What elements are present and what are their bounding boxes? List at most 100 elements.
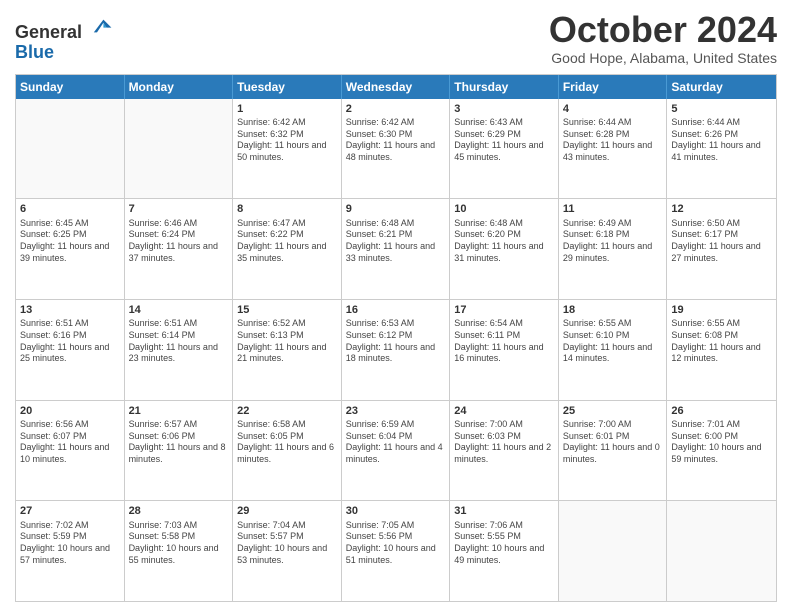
day-number: 20 [20, 404, 120, 418]
header-day-sunday: Sunday [16, 75, 125, 99]
week-row-4: 27Sunrise: 7:02 AM Sunset: 5:59 PM Dayli… [16, 500, 776, 601]
cell-info: Sunrise: 6:54 AM Sunset: 6:11 PM Dayligh… [454, 318, 554, 365]
cell-info: Sunrise: 6:42 AM Sunset: 6:32 PM Dayligh… [237, 117, 337, 164]
cal-cell [16, 99, 125, 199]
day-number: 26 [671, 404, 772, 418]
header-day-wednesday: Wednesday [342, 75, 451, 99]
header-day-thursday: Thursday [450, 75, 559, 99]
header-day-monday: Monday [125, 75, 234, 99]
cal-cell: 4Sunrise: 6:44 AM Sunset: 6:28 PM Daylig… [559, 99, 668, 199]
day-number: 3 [454, 102, 554, 116]
day-number: 28 [129, 504, 229, 518]
day-number: 22 [237, 404, 337, 418]
cal-cell: 27Sunrise: 7:02 AM Sunset: 5:59 PM Dayli… [16, 501, 125, 601]
cell-info: Sunrise: 7:06 AM Sunset: 5:55 PM Dayligh… [454, 520, 554, 567]
day-number: 14 [129, 303, 229, 317]
cell-info: Sunrise: 7:01 AM Sunset: 6:00 PM Dayligh… [671, 419, 772, 466]
day-number: 1 [237, 102, 337, 116]
day-number: 24 [454, 404, 554, 418]
cal-cell: 7 Sunrise: 6:46 AM Sunset: 6:24 PM Daylig… [125, 199, 234, 299]
day-number: 8 [237, 202, 337, 216]
cal-cell: 8 Sunrise: 6:47 AM Sunset: 6:22 PM Daylig… [233, 199, 342, 299]
day-number: 10 [454, 202, 554, 216]
day-number: 19 [671, 303, 772, 317]
cell-info: Sunrise: 6:48 AM Sunset: 6:21 PM Dayligh… [346, 218, 446, 265]
cell-info: Sunrise: 7:02 AM Sunset: 5:59 PM Dayligh… [20, 520, 120, 567]
cal-cell: 30Sunrise: 7:05 AM Sunset: 5:56 PM Dayli… [342, 501, 451, 601]
header-day-tuesday: Tuesday [233, 75, 342, 99]
day-number: 21 [129, 404, 229, 418]
cal-cell: 23Sunrise: 6:59 AM Sunset: 6:04 PM Dayli… [342, 401, 451, 501]
cal-cell: 3Sunrise: 6:43 AM Sunset: 6:29 PM Daylig… [450, 99, 559, 199]
week-row-2: 13Sunrise: 6:51 AM Sunset: 6:16 PM Dayli… [16, 299, 776, 400]
day-number: 13 [20, 303, 120, 317]
cell-info: Sunrise: 6:44 AM Sunset: 6:28 PM Dayligh… [563, 117, 663, 164]
cal-cell: 20Sunrise: 6:56 AM Sunset: 6:07 PM Dayli… [16, 401, 125, 501]
day-number: 15 [237, 303, 337, 317]
main-title: October 2024 [549, 10, 777, 50]
cal-cell: 25Sunrise: 7:00 AM Sunset: 6:01 PM Dayli… [559, 401, 668, 501]
day-number: 7 [129, 202, 229, 216]
cal-cell: 1Sunrise: 6:42 AM Sunset: 6:32 PM Daylig… [233, 99, 342, 199]
cell-info: Sunrise: 6:57 AM Sunset: 6:06 PM Dayligh… [129, 419, 229, 466]
cal-cell: 24Sunrise: 7:00 AM Sunset: 6:03 PM Dayli… [450, 401, 559, 501]
cell-info: Sunrise: 7:00 AM Sunset: 6:03 PM Dayligh… [454, 419, 554, 466]
cal-cell: 28 Sunrise: 7:03 AM Sunset: 5:58 PM Dayli… [125, 501, 234, 601]
day-number: 6 [20, 202, 120, 216]
day-number: 4 [563, 102, 663, 116]
cell-info: Sunrise: 6:59 AM Sunset: 6:04 PM Dayligh… [346, 419, 446, 466]
logo-text: General [15, 14, 113, 43]
day-number: 25 [563, 404, 663, 418]
calendar: SundayMondayTuesdayWednesdayThursdayFrid… [15, 74, 777, 602]
cal-cell: 14Sunrise: 6:51 AM Sunset: 6:14 PM Dayli… [125, 300, 234, 400]
cell-info: Sunrise: 6:51 AM Sunset: 6:14 PM Dayligh… [129, 318, 229, 365]
cell-info: Sunrise: 6:42 AM Sunset: 6:30 PM Dayligh… [346, 117, 446, 164]
header-day-saturday: Saturday [667, 75, 776, 99]
cell-info: Sunrise: 7:03 AM Sunset: 5:58 PM Dayligh… [129, 520, 229, 567]
cal-cell [667, 501, 776, 601]
header-day-friday: Friday [559, 75, 668, 99]
logo-blue: Blue [15, 43, 113, 61]
day-number: 5 [671, 102, 772, 116]
cal-cell: 22Sunrise: 6:58 AM Sunset: 6:05 PM Dayli… [233, 401, 342, 501]
cal-cell: 17Sunrise: 6:54 AM Sunset: 6:11 PM Dayli… [450, 300, 559, 400]
cell-info: Sunrise: 6:44 AM Sunset: 6:26 PM Dayligh… [671, 117, 772, 164]
title-block: October 2024 Good Hope, Alabama, United … [549, 10, 777, 66]
cell-info: Sunrise: 7:04 AM Sunset: 5:57 PM Dayligh… [237, 520, 337, 567]
day-number: 9 [346, 202, 446, 216]
subtitle: Good Hope, Alabama, United States [549, 50, 777, 66]
day-number: 30 [346, 504, 446, 518]
cell-info: Sunrise: 6:48 AM Sunset: 6:20 PM Dayligh… [454, 218, 554, 265]
cell-info: Sunrise: 6:46 AM Sunset: 6:24 PM Dayligh… [129, 218, 229, 265]
day-number: 17 [454, 303, 554, 317]
cell-info: Sunrise: 6:53 AM Sunset: 6:12 PM Dayligh… [346, 318, 446, 365]
header: General Blue October 2024 Good Hope, Ala… [15, 10, 777, 66]
cal-cell: 2Sunrise: 6:42 AM Sunset: 6:30 PM Daylig… [342, 99, 451, 199]
cell-info: Sunrise: 7:00 AM Sunset: 6:01 PM Dayligh… [563, 419, 663, 466]
cell-info: Sunrise: 6:45 AM Sunset: 6:25 PM Dayligh… [20, 218, 120, 265]
day-number: 2 [346, 102, 446, 116]
cal-cell: 16Sunrise: 6:53 AM Sunset: 6:12 PM Dayli… [342, 300, 451, 400]
cal-cell [125, 99, 234, 199]
cell-info: Sunrise: 6:50 AM Sunset: 6:17 PM Dayligh… [671, 218, 772, 265]
day-number: 12 [671, 202, 772, 216]
cal-cell: 31 Sunrise: 7:06 AM Sunset: 5:55 PM Dayli… [450, 501, 559, 601]
cell-info: Sunrise: 6:55 AM Sunset: 6:10 PM Dayligh… [563, 318, 663, 365]
logo-icon [89, 14, 113, 38]
cell-info: Sunrise: 6:43 AM Sunset: 6:29 PM Dayligh… [454, 117, 554, 164]
day-number: 16 [346, 303, 446, 317]
cal-cell: 15Sunrise: 6:52 AM Sunset: 6:13 PM Dayli… [233, 300, 342, 400]
day-number: 31 [454, 504, 554, 518]
cal-cell: 13Sunrise: 6:51 AM Sunset: 6:16 PM Dayli… [16, 300, 125, 400]
cell-info: Sunrise: 6:47 AM Sunset: 6:22 PM Dayligh… [237, 218, 337, 265]
cal-cell: 11Sunrise: 6:49 AM Sunset: 6:18 PM Dayli… [559, 199, 668, 299]
cell-info: Sunrise: 6:58 AM Sunset: 6:05 PM Dayligh… [237, 419, 337, 466]
cal-cell [559, 501, 668, 601]
page: General Blue October 2024 Good Hope, Ala… [0, 0, 792, 612]
cal-cell: 29Sunrise: 7:04 AM Sunset: 5:57 PM Dayli… [233, 501, 342, 601]
cal-cell: 19Sunrise: 6:55 AM Sunset: 6:08 PM Dayli… [667, 300, 776, 400]
day-number: 11 [563, 202, 663, 216]
day-number: 23 [346, 404, 446, 418]
cell-info: Sunrise: 6:55 AM Sunset: 6:08 PM Dayligh… [671, 318, 772, 365]
cal-cell: 5Sunrise: 6:44 AM Sunset: 6:26 PM Daylig… [667, 99, 776, 199]
